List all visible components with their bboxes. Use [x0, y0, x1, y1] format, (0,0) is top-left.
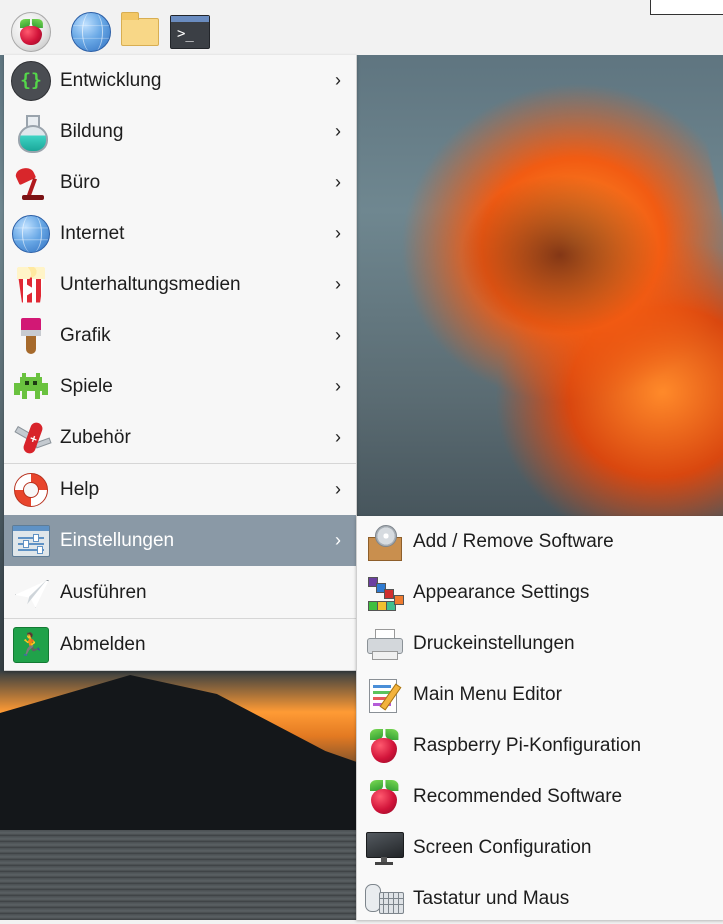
- main-menu: {} Entwicklung › Bildung › Büro › Intern…: [4, 55, 357, 671]
- submenu-item-raspberry-pi-konfiguration[interactable]: Raspberry Pi-Konfiguration: [357, 720, 723, 771]
- menu-item-label: Abmelden: [60, 633, 146, 655]
- web-browser-globe-icon: [71, 12, 111, 52]
- chevron-right-icon: ›: [335, 427, 341, 447]
- chevron-right-icon: ›: [335, 223, 341, 243]
- submenu-item-recommended-software[interactable]: Recommended Software: [357, 771, 723, 822]
- menu-item-label: Ausführen: [60, 581, 147, 603]
- menu-item-label: Entwicklung: [60, 69, 162, 91]
- submenu-item-label: Main Menu Editor: [413, 683, 562, 705]
- help-lifebuoy-icon: [10, 469, 52, 511]
- internet-globe-icon: [10, 213, 52, 255]
- submenu-item-label: Druckeinstellungen: [413, 632, 575, 654]
- games-invader-icon: [10, 366, 52, 408]
- menu-item-label: Help: [60, 478, 100, 500]
- submenu-item-appearance-settings[interactable]: Appearance Settings: [357, 567, 723, 618]
- run-paper-plane-icon: [10, 572, 52, 614]
- preferences-sliders-icon: [10, 520, 52, 562]
- chevron-right-icon: ›: [335, 172, 341, 192]
- menu-item-label: Büro: [60, 171, 101, 193]
- education-flask-icon: [10, 111, 52, 153]
- appearance-palette-icon: [363, 572, 405, 614]
- menu-item-unterhaltungsmedien[interactable]: Unterhaltungsmedien ›: [4, 259, 356, 310]
- menu-item-entwicklung[interactable]: {} Entwicklung ›: [4, 55, 356, 106]
- menu-item-label: Zubehör: [60, 426, 131, 448]
- chevron-right-icon: ›: [335, 274, 341, 294]
- raspberry-pi-menu-icon: [11, 12, 51, 52]
- raspberry-pi-config-icon: [363, 725, 405, 767]
- submenu-item-tastatur-und-maus[interactable]: Tastatur und Maus: [357, 873, 723, 924]
- menu-editor-icon: [363, 674, 405, 716]
- submenu-item-add-remove-software[interactable]: Add / Remove Software: [357, 516, 723, 567]
- submenu-item-main-menu-editor[interactable]: Main Menu Editor: [357, 669, 723, 720]
- file-manager-button[interactable]: [120, 12, 160, 52]
- chevron-right-icon: ›: [335, 325, 341, 345]
- menu-item-abmelden[interactable]: 🏃 Abmelden: [4, 618, 356, 670]
- package-install-icon: [363, 521, 405, 563]
- menu-item-einstellungen[interactable]: Einstellungen ›: [4, 515, 356, 566]
- web-browser-button[interactable]: [71, 12, 111, 52]
- office-desk-lamp-icon: [10, 162, 52, 204]
- application-menu-button[interactable]: [11, 12, 51, 52]
- submenu-item-label: Tastatur und Maus: [413, 887, 570, 909]
- graphics-paintbrush-icon: [10, 315, 52, 357]
- submenu-item-druckeinstellungen[interactable]: Druckeinstellungen: [357, 618, 723, 669]
- menu-item-label: Internet: [60, 222, 125, 244]
- menu-item-spiele[interactable]: Spiele ›: [4, 361, 356, 412]
- wallpaper-cloud-shadow: [460, 175, 660, 335]
- menu-item-grafik[interactable]: Grafik ›: [4, 310, 356, 361]
- menu-item-label: Unterhaltungsmedien: [60, 273, 241, 295]
- accessories-pocketknife-icon: +: [10, 417, 52, 459]
- submenu-item-screen-configuration[interactable]: Screen Configuration: [357, 822, 723, 873]
- background-window-edge: [650, 0, 723, 15]
- menu-item-label: Bildung: [60, 120, 124, 142]
- raspberry-pi-recommended-icon: [363, 776, 405, 818]
- printer-icon: [363, 623, 405, 665]
- chevron-right-icon: ›: [335, 530, 341, 550]
- menu-item-label: Einstellungen: [60, 529, 175, 551]
- menu-item-ausfuehren[interactable]: Ausführen: [4, 567, 356, 618]
- menu-item-buero[interactable]: Büro ›: [4, 157, 356, 208]
- menu-item-label: Spiele: [60, 375, 113, 397]
- submenu-item-label: Screen Configuration: [413, 836, 592, 858]
- taskbar: >_: [0, 0, 723, 55]
- preferences-submenu: Add / Remove Software Appearance Setting…: [356, 516, 723, 920]
- chevron-right-icon: ›: [335, 121, 341, 141]
- menu-item-internet[interactable]: Internet ›: [4, 208, 356, 259]
- chevron-right-icon: ›: [335, 479, 341, 499]
- keyboard-mouse-icon: [363, 878, 405, 920]
- submenu-item-label: Add / Remove Software: [413, 530, 614, 552]
- submenu-item-label: Raspberry Pi-Konfiguration: [413, 734, 642, 756]
- submenu-item-label: Appearance Settings: [413, 581, 590, 603]
- monitor-icon: [363, 827, 405, 869]
- menu-item-bildung[interactable]: Bildung ›: [4, 106, 356, 157]
- terminal-button[interactable]: >_: [170, 12, 210, 52]
- multimedia-popcorn-icon: [10, 264, 52, 306]
- menu-item-zubehoer[interactable]: + Zubehör ›: [4, 412, 356, 463]
- terminal-icon: >_: [170, 15, 210, 49]
- file-manager-folder-icon: [121, 12, 159, 46]
- menu-item-help[interactable]: Help ›: [4, 463, 356, 515]
- menu-item-label: Grafik: [60, 324, 111, 346]
- chevron-right-icon: ›: [335, 376, 341, 396]
- programming-braces-icon: {}: [10, 60, 52, 102]
- submenu-item-label: Recommended Software: [413, 785, 623, 807]
- logout-exit-icon: 🏃: [10, 624, 52, 666]
- chevron-right-icon: ›: [335, 70, 341, 90]
